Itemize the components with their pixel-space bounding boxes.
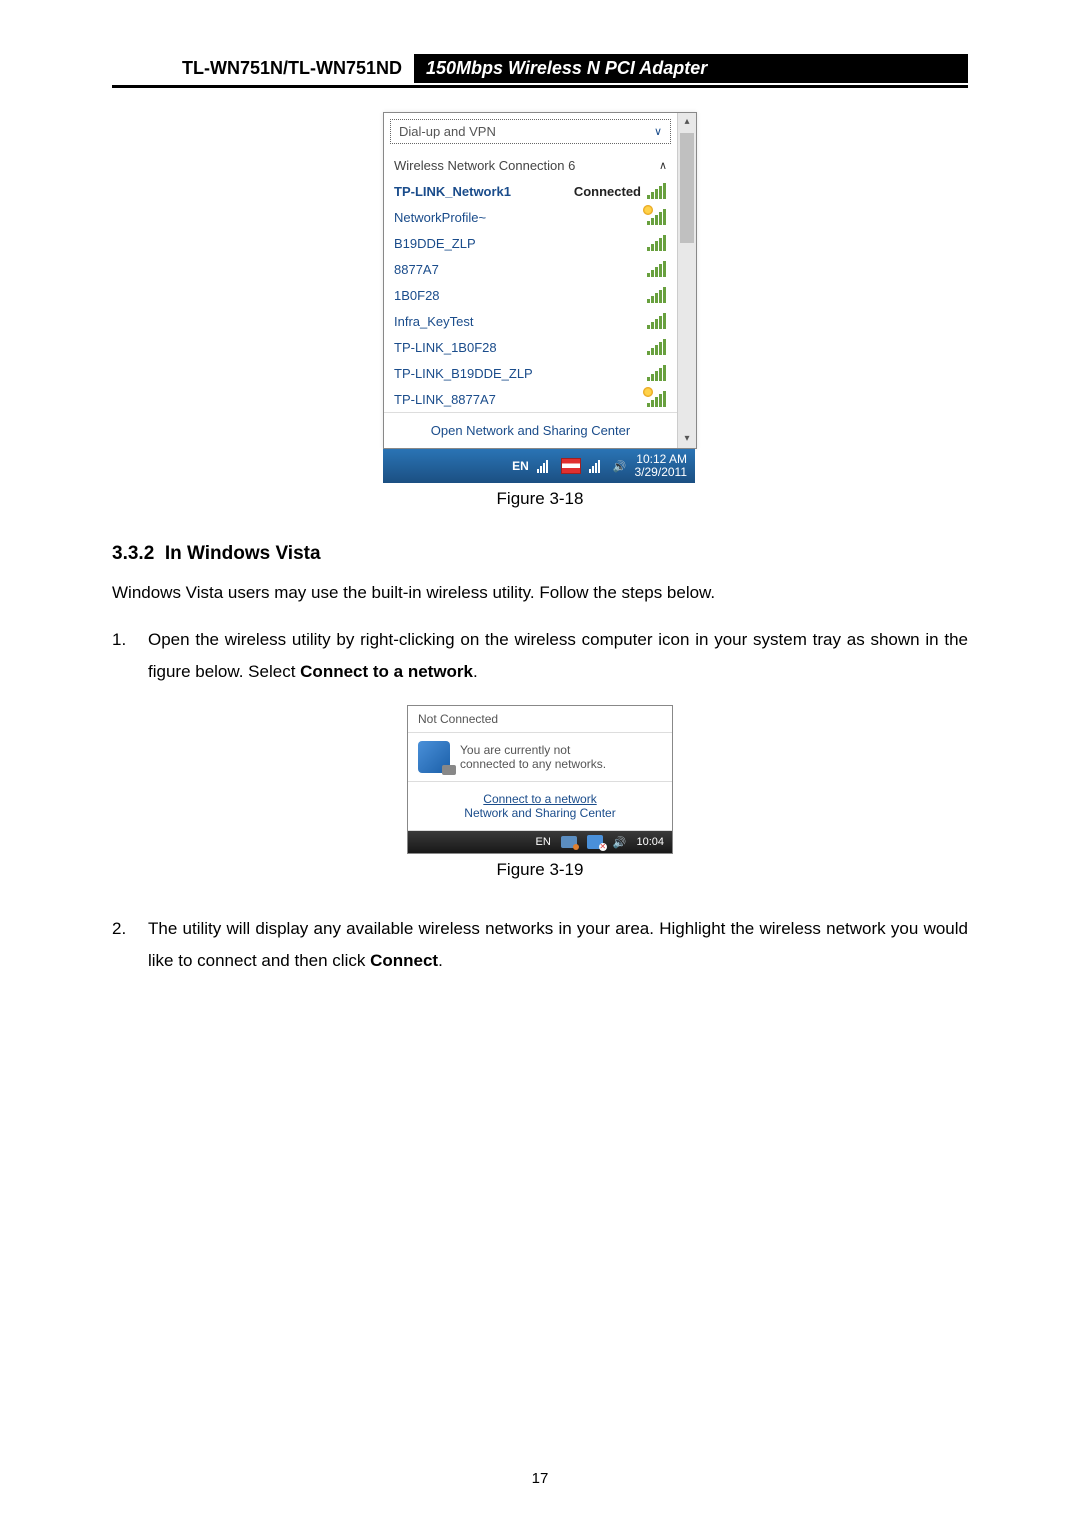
network-item[interactable]: Infra_KeyTest bbox=[384, 308, 677, 334]
network-name: NetworkProfile~ bbox=[394, 210, 647, 225]
network-item[interactable]: 1B0F28 bbox=[384, 282, 677, 308]
network-name: TP-LINK_Network1 bbox=[394, 184, 574, 199]
figure-3-19: Not Connected You are currently not conn… bbox=[112, 705, 968, 896]
taskbar-clock[interactable]: 10:04 bbox=[636, 836, 664, 848]
network-name: TP-LINK_8877A7 bbox=[394, 392, 647, 407]
scroll-thumb[interactable] bbox=[680, 133, 694, 243]
win7-taskbar: EN 10:12 AM 3/29/2011 bbox=[383, 449, 695, 483]
header-model: TL-WN751N/TL-WN751ND bbox=[112, 54, 414, 83]
network-item[interactable]: TP-LINK_1B0F28 bbox=[384, 334, 677, 360]
volume-icon[interactable] bbox=[613, 836, 627, 849]
network-tray-icon[interactable] bbox=[587, 835, 603, 849]
vista-links: Connect to a network Network and Sharing… bbox=[408, 782, 672, 831]
step-list: 1. Open the wireless utility by right-cl… bbox=[112, 624, 968, 689]
figure-caption: Figure 3-19 bbox=[497, 860, 584, 880]
signal-tray-icon[interactable] bbox=[537, 459, 553, 473]
network-name: Infra_KeyTest bbox=[394, 314, 647, 329]
network-item[interactable]: TP-LINK_Network1Connected bbox=[384, 178, 677, 204]
scroll-up-icon[interactable]: ▴ bbox=[678, 113, 696, 131]
chevron-up-icon: ∧ bbox=[659, 159, 667, 172]
network-name: 8877A7 bbox=[394, 262, 647, 277]
network-name: 1B0F28 bbox=[394, 288, 647, 303]
connection-status: Connected bbox=[574, 184, 641, 199]
dialup-vpn-row[interactable]: Dial-up and VPN ∨ bbox=[390, 119, 671, 144]
section-heading: 3.3.2 In Windows Vista bbox=[112, 543, 968, 565]
network-item[interactable]: B19DDE_ZLP bbox=[384, 230, 677, 256]
volume-icon[interactable] bbox=[613, 459, 627, 473]
language-indicator[interactable]: EN bbox=[535, 836, 550, 848]
chevron-down-icon: ∨ bbox=[654, 125, 662, 138]
figure-3-18: Dial-up and VPN ∨ Wireless Network Conne… bbox=[112, 112, 968, 525]
network-item[interactable]: TP-LINK_B19DDE_ZLP bbox=[384, 360, 677, 386]
scroll-down-icon[interactable]: ▾ bbox=[678, 430, 696, 448]
step-1: 1. Open the wireless utility by right-cl… bbox=[112, 624, 968, 689]
step-2: 2. The utility will display any availabl… bbox=[112, 913, 968, 978]
wifi-signal-icon bbox=[647, 313, 667, 329]
step-list-2: 2. The utility will display any availabl… bbox=[112, 913, 968, 978]
dialup-label: Dial-up and VPN bbox=[399, 124, 496, 139]
page-header: TL-WN751N/TL-WN751ND 150Mbps Wireless N … bbox=[112, 54, 968, 88]
vista-taskbar: EN 10:04 bbox=[408, 831, 672, 853]
page-number: 17 bbox=[0, 1470, 1080, 1487]
network-center-icon bbox=[418, 741, 450, 773]
network-tray-icon[interactable] bbox=[589, 459, 605, 473]
wifi-signal-icon bbox=[647, 339, 667, 355]
network-name: B19DDE_ZLP bbox=[394, 236, 647, 251]
not-connected-message: You are currently not connected to any n… bbox=[408, 733, 672, 782]
wifi-signal-icon bbox=[647, 365, 667, 381]
wireless-connection-header[interactable]: Wireless Network Connection 6 ∧ bbox=[384, 150, 677, 178]
scrollbar[interactable]: ▴ ▾ bbox=[677, 113, 696, 448]
action-center-icon[interactable] bbox=[561, 458, 581, 474]
wifi-signal-icon bbox=[647, 391, 667, 407]
wifi-signal-icon bbox=[647, 183, 667, 199]
shield-sun-icon bbox=[643, 387, 653, 397]
wifi-signal-icon bbox=[647, 287, 667, 303]
input-indicator-icon[interactable] bbox=[561, 836, 577, 848]
document-page: TL-WN751N/TL-WN751ND 150Mbps Wireless N … bbox=[0, 0, 1080, 1527]
shield-sun-icon bbox=[643, 205, 653, 215]
network-item[interactable]: NetworkProfile~ bbox=[384, 204, 677, 230]
language-indicator[interactable]: EN bbox=[512, 459, 529, 473]
connection-name: Wireless Network Connection 6 bbox=[394, 158, 659, 173]
network-sharing-center-link[interactable]: Network and Sharing Center bbox=[418, 806, 662, 820]
wifi-signal-icon bbox=[647, 209, 667, 225]
wifi-signal-icon bbox=[647, 235, 667, 251]
wifi-signal-icon bbox=[647, 261, 667, 277]
network-name: TP-LINK_B19DDE_ZLP bbox=[394, 366, 647, 381]
open-network-center-link[interactable]: Open Network and Sharing Center bbox=[384, 412, 677, 448]
intro-paragraph: Windows Vista users may use the built-in… bbox=[112, 579, 968, 606]
network-item[interactable]: 8877A7 bbox=[384, 256, 677, 282]
network-name: TP-LINK_1B0F28 bbox=[394, 340, 647, 355]
connect-to-network-link[interactable]: Connect to a network bbox=[418, 792, 662, 806]
not-connected-header: Not Connected bbox=[408, 706, 672, 733]
figure-caption: Figure 3-18 bbox=[497, 489, 584, 509]
taskbar-clock[interactable]: 10:12 AM 3/29/2011 bbox=[635, 453, 688, 479]
vista-network-popup: Not Connected You are currently not conn… bbox=[407, 705, 673, 854]
network-item[interactable]: TP-LINK_8877A7 bbox=[384, 386, 677, 412]
header-product: 150Mbps Wireless N PCI Adapter bbox=[414, 54, 968, 83]
win7-network-popup: Dial-up and VPN ∨ Wireless Network Conne… bbox=[383, 112, 697, 449]
